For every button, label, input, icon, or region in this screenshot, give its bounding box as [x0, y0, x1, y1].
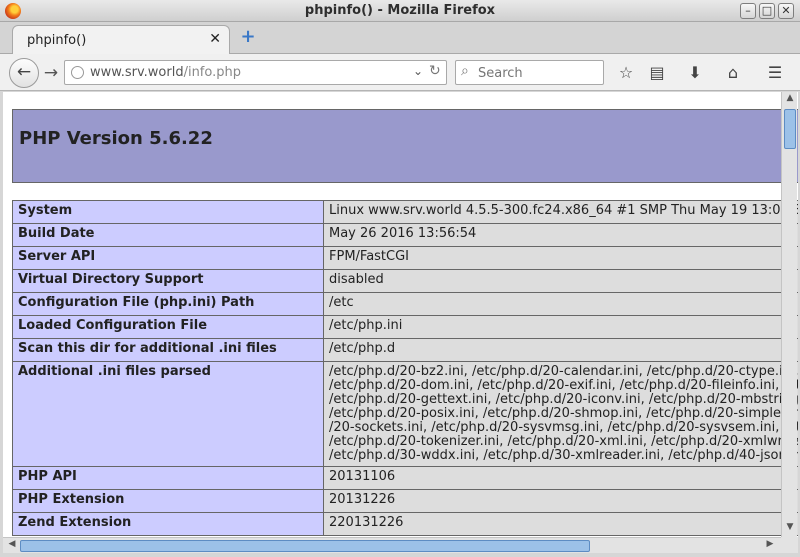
table-row: PHP Extension 20131226 [12, 489, 798, 513]
table-row: Additional .ini files parsed/etc/php.d/2… [12, 361, 798, 467]
table-row: Build Date May 26 2016 13:56:54 [12, 223, 798, 247]
row-value: disabled [323, 269, 798, 293]
row-key: PHP Extension [12, 489, 324, 513]
scroll-up-icon[interactable]: ▲ [783, 93, 797, 107]
url-text[interactable]: www.srv.world/info.php [90, 65, 241, 80]
page-viewport: PHP Version 5.6.22 System Linux www.srv.w… [3, 92, 798, 537]
row-value-line: /etc/php.ini [329, 318, 403, 333]
row-value-line: May 26 2016 13:56:54 [329, 226, 477, 241]
scrollbar-corner [781, 537, 798, 553]
horizontal-scroll-thumb[interactable] [20, 540, 590, 552]
scroll-down-icon[interactable]: ▼ [783, 522, 797, 536]
table-row: Scan this dir for additional .ini files /… [12, 338, 798, 362]
row-value-line: 220131226 [329, 515, 404, 530]
download-arrow-icon[interactable]: ⬇ [684, 62, 706, 84]
globe-icon [71, 66, 84, 79]
search-bar[interactable]: ⌕ [455, 60, 604, 85]
tab-phpinfo[interactable]: phpinfo() ✕ [12, 25, 230, 55]
row-value: /etc/php.d/20-bz2.ini, /etc/php.d/20-cal… [323, 361, 798, 467]
row-value-line: /etc/php.d/20-dom.ini, /etc/php.d/20-exi… [329, 378, 798, 393]
scroll-right-icon[interactable]: ▶ [763, 539, 777, 553]
url-bar[interactable]: www.srv.world/info.php ⌄ ↻ [64, 60, 447, 85]
new-tab-icon[interactable]: + [238, 28, 258, 48]
table-row: Server API FPM/FastCGI [12, 246, 798, 270]
table-row: Virtual Directory Support disabled [12, 269, 798, 293]
row-value-line: 20131106 [329, 469, 396, 484]
row-value-line: 20131226 [329, 492, 396, 507]
vertical-scroll-thumb[interactable] [784, 109, 796, 149]
phpinfo-content: PHP Version 5.6.22 System Linux www.srv.w… [12, 109, 798, 536]
row-key: Zend Extension [12, 512, 324, 536]
row-value: Linux www.srv.world 4.5.5-300.fc24.x86_6… [323, 200, 798, 224]
home-icon[interactable]: ⌂ [722, 62, 744, 84]
search-input[interactable] [478, 64, 598, 82]
table-row: Zend Extension 220131226 [12, 512, 798, 536]
row-key: PHP API [12, 466, 324, 490]
chevron-down-icon[interactable]: ⌄ [413, 64, 423, 78]
phpinfo-table: System Linux www.srv.world 4.5.5-300.fc24… [12, 200, 798, 536]
tab-strip: phpinfo() ✕ + [0, 22, 800, 55]
row-value: May 26 2016 13:56:54 [323, 223, 798, 247]
navigation-toolbar: ← → www.srv.world/info.php ⌄ ↻ ⌕ ☆ ▤ ⬇ ⌂… [0, 54, 800, 91]
url-path: /info.php [183, 65, 241, 80]
table-row: Configuration File (php.ini) Path/etc [12, 292, 798, 316]
row-value-line: FPM/FastCGI [329, 249, 410, 264]
reload-icon[interactable]: ↻ [429, 63, 441, 79]
star-icon[interactable]: ☆ [615, 62, 637, 84]
row-value-line: /etc/php.d/30-wddx.ini, /etc/php.d/30-xm… [329, 448, 798, 463]
row-value-line: disabled [329, 272, 384, 287]
table-row: Loaded Configuration File/etc/php.ini [12, 315, 798, 339]
row-key: Server API [12, 246, 324, 270]
scroll-left-icon[interactable]: ◀ [5, 539, 19, 553]
row-value-line: /etc/php.d/20-bz2.ini, /etc/php.d/20-cal… [329, 364, 798, 379]
row-value: /etc/php.ini [323, 315, 798, 339]
row-value-line: /etc/php.d [329, 341, 396, 356]
window-titlebar: phpinfo() - Mozilla Firefox – □ ✕ [0, 0, 800, 22]
row-value-line: /etc/php.d/20-tokenizer.ini, /etc/php.d/… [329, 434, 798, 449]
row-key: System [12, 200, 324, 224]
close-tab-icon[interactable]: ✕ [209, 31, 221, 47]
row-key: Scan this dir for additional .ini files [12, 338, 324, 362]
row-key: Build Date [12, 223, 324, 247]
tab-label: phpinfo() [27, 33, 87, 48]
table-row: PHP API 20131106 [12, 466, 798, 490]
row-value: /etc/php.d [323, 338, 798, 362]
row-value: 20131106 [323, 466, 798, 490]
row-value: FPM/FastCGI [323, 246, 798, 270]
page-title: PHP Version 5.6.22 [19, 128, 213, 149]
window-title: phpinfo() - Mozilla Firefox [304, 3, 496, 18]
maximize-button[interactable]: □ [759, 3, 775, 19]
row-key: Virtual Directory Support [12, 269, 324, 293]
row-value-line: /etc/php.d/20-posix.ini, /etc/php.d/20-s… [329, 406, 798, 421]
close-window-button[interactable]: ✕ [778, 3, 794, 19]
table-row: System Linux www.srv.world 4.5.5-300.fc24… [12, 200, 798, 224]
search-icon: ⌕ [461, 63, 469, 79]
row-value: 20131226 [323, 489, 798, 513]
row-value-line: Linux www.srv.world 4.5.5-300.fc24.x86_6… [329, 203, 798, 218]
clipboard-icon[interactable]: ▤ [646, 62, 668, 84]
row-value-line: /etc [329, 295, 354, 310]
vertical-scrollbar[interactable]: ▲ ▼ [781, 92, 797, 537]
minimize-button[interactable]: – [740, 3, 756, 19]
forward-arrow-icon[interactable]: → [40, 62, 62, 84]
row-value-line: /20-sockets.ini, /etc/php.d/20-sysvmsg.i… [329, 420, 798, 435]
row-key: Additional .ini files parsed [12, 361, 324, 467]
row-value: /etc [323, 292, 798, 316]
row-value: 220131226 [323, 512, 798, 536]
row-key: Loaded Configuration File [12, 315, 324, 339]
row-key: Configuration File (php.ini) Path [12, 292, 324, 316]
url-host: www.srv.world [90, 65, 184, 80]
horizontal-scrollbar[interactable]: ◀ ▶ [3, 537, 781, 553]
row-value-line: /etc/php.d/20-gettext.ini, /etc/php.d/20… [329, 392, 798, 407]
php-version-header: PHP Version 5.6.22 [12, 109, 798, 183]
hamburger-menu-icon[interactable]: ☰ [764, 62, 786, 84]
back-arrow-icon[interactable]: ← [9, 58, 39, 88]
